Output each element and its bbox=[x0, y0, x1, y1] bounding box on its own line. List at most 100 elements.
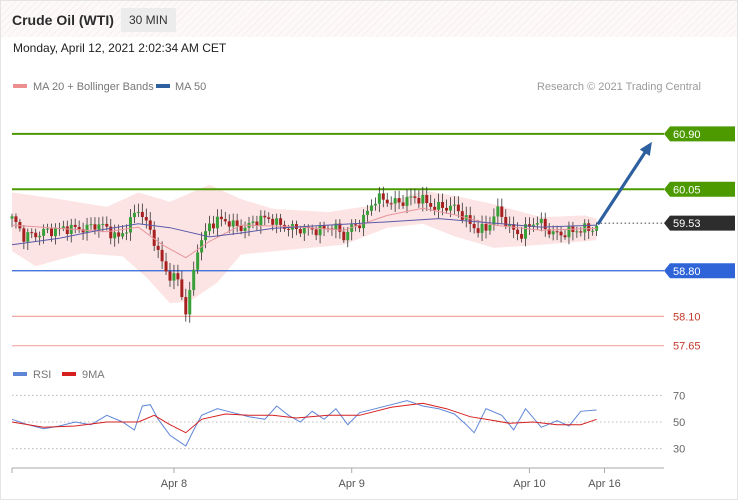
candle-body bbox=[583, 223, 587, 233]
bollinger-band-layer bbox=[12, 184, 597, 304]
candle-body bbox=[42, 228, 46, 236]
candle-body bbox=[504, 216, 508, 227]
level-label-text: 58.80 bbox=[673, 266, 701, 278]
candle-body bbox=[445, 207, 448, 211]
candle-body bbox=[543, 218, 547, 230]
x-tick-label: Apr 10 bbox=[513, 478, 545, 490]
candle-body bbox=[480, 223, 484, 233]
candle-body bbox=[275, 218, 279, 225]
candle-body bbox=[14, 216, 18, 222]
candle-body bbox=[61, 226, 65, 229]
candle-body bbox=[172, 273, 176, 281]
candle-body bbox=[401, 202, 405, 206]
candle-body bbox=[377, 193, 381, 204]
candle-body bbox=[369, 205, 373, 211]
candle-body bbox=[239, 225, 243, 231]
level-label-group: 58.80 bbox=[664, 263, 735, 279]
legend-swatch-9ma bbox=[62, 372, 76, 376]
candle-body bbox=[389, 203, 393, 205]
candle-body bbox=[567, 226, 571, 238]
legend-swatch-rsi bbox=[13, 372, 27, 376]
candle-body bbox=[46, 228, 50, 230]
candle-body bbox=[208, 223, 211, 232]
candle-body bbox=[448, 205, 452, 211]
candle-body bbox=[267, 217, 271, 219]
candle-body bbox=[425, 194, 429, 204]
candle-body bbox=[591, 230, 595, 232]
candle-body bbox=[219, 216, 223, 220]
candle-body bbox=[26, 232, 30, 242]
candle-body bbox=[184, 297, 188, 315]
candle-body bbox=[180, 279, 184, 298]
candle-body bbox=[10, 216, 14, 219]
rsi-tick-label: 70 bbox=[673, 390, 685, 402]
candle-body bbox=[520, 234, 524, 239]
candle-body bbox=[235, 220, 239, 226]
price-chart: 60.90 60.05 59.53 58.80 58.10 57.65 MA 20 + B… bbox=[10, 81, 735, 490]
candle-body bbox=[125, 232, 129, 234]
candle-body bbox=[263, 215, 267, 218]
level-label-group: 59.53 bbox=[664, 215, 735, 231]
rsi-tick-label: 30 bbox=[673, 444, 685, 456]
level-label-text: 58.10 bbox=[673, 311, 701, 323]
candle-body bbox=[496, 206, 500, 217]
candle-body bbox=[358, 225, 362, 229]
candle-body bbox=[196, 252, 200, 270]
candle-body bbox=[385, 199, 389, 204]
candle-body bbox=[524, 224, 527, 239]
candle-body bbox=[160, 249, 164, 262]
candle-body bbox=[164, 261, 168, 272]
candle-body bbox=[373, 203, 377, 206]
candle-body bbox=[38, 235, 42, 238]
candle-body bbox=[484, 223, 488, 231]
candle-body bbox=[77, 226, 81, 230]
candle-body bbox=[65, 226, 69, 234]
rsi-tick-label: 50 bbox=[673, 417, 685, 429]
candle-body bbox=[452, 204, 456, 206]
candle-body bbox=[318, 225, 322, 236]
candle-body bbox=[417, 197, 421, 204]
candle-body bbox=[342, 231, 346, 241]
level-label-text: 60.90 bbox=[673, 129, 701, 141]
candle-body bbox=[381, 193, 385, 200]
legend-label-ma20: MA 20 + Bollinger Bands bbox=[33, 81, 154, 93]
legend-label-rsi: RSI bbox=[33, 369, 51, 381]
legend-swatch-ma50 bbox=[156, 84, 170, 88]
candle-body bbox=[223, 219, 227, 222]
candle-body bbox=[456, 204, 460, 212]
candle-body bbox=[105, 223, 109, 227]
candle-body bbox=[93, 224, 97, 230]
candle-body bbox=[144, 217, 148, 221]
candle-body bbox=[188, 290, 192, 315]
candle-body bbox=[271, 218, 275, 225]
candle-body bbox=[354, 224, 358, 226]
candle-body bbox=[192, 269, 196, 291]
candle-body bbox=[409, 196, 413, 198]
candle-body bbox=[500, 206, 504, 217]
candle-body bbox=[22, 228, 26, 242]
candle-body bbox=[575, 231, 579, 233]
level-label-text: 59.53 bbox=[673, 218, 701, 230]
candle-body bbox=[437, 201, 441, 210]
candle-body bbox=[259, 215, 263, 226]
candle-body bbox=[551, 231, 555, 235]
candle-body bbox=[535, 223, 539, 225]
rsi-legend: RSI 9MA bbox=[13, 369, 105, 381]
candle-body bbox=[460, 211, 464, 220]
candle-body bbox=[366, 210, 369, 215]
candle-body bbox=[563, 235, 567, 238]
candle-body bbox=[579, 231, 583, 233]
legend-label-ma50: MA 50 bbox=[175, 81, 206, 93]
x-axis: Apr 8 Apr 9 Apr 10 Apr 16 bbox=[11, 467, 664, 490]
level-label-group: 60.90 bbox=[664, 126, 735, 142]
candle-body bbox=[231, 220, 235, 227]
bollinger-band bbox=[12, 184, 597, 304]
candle-body bbox=[30, 232, 34, 234]
candle-body bbox=[156, 245, 160, 250]
candle-body bbox=[362, 214, 366, 229]
candle-body bbox=[314, 229, 318, 236]
price-legend: MA 20 + Bollinger Bands MA 50 Research ©… bbox=[13, 81, 701, 93]
candle-body bbox=[121, 233, 125, 237]
candle-body bbox=[433, 206, 437, 210]
x-tick-label: Apr 16 bbox=[588, 478, 620, 490]
